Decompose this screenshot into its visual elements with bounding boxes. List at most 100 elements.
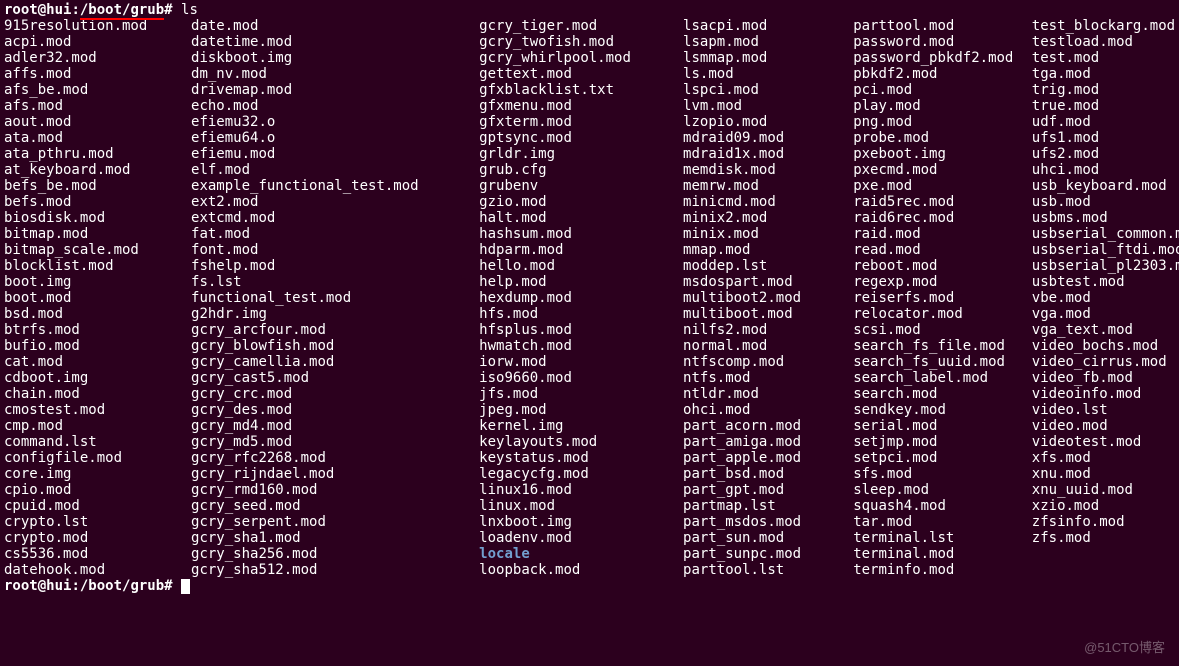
prompt-path-plain: /boot/grub	[80, 578, 164, 594]
file-entry: cmostest.mod	[4, 402, 181, 418]
file-entry: datetime.mod	[191, 34, 469, 50]
file-entry: hello.mod	[479, 258, 673, 274]
file-entry: vga_text.mod	[1032, 322, 1179, 338]
file-entry: ntfscomp.mod	[683, 354, 843, 370]
prompt-user: root@hui	[4, 578, 71, 594]
directory-entry: locale	[479, 546, 673, 562]
file-entry: gzio.mod	[479, 194, 673, 210]
file-entry: raid.mod	[853, 226, 1022, 242]
file-entry: linux.mod	[479, 498, 673, 514]
file-entry: drivemap.mod	[191, 82, 469, 98]
file-entry: usbserial_pl2303.mod	[1032, 258, 1179, 274]
file-entry: regexp.mod	[853, 274, 1022, 290]
file-entry: gcry_rmd160.mod	[191, 482, 469, 498]
file-entry: befs_be.mod	[4, 178, 181, 194]
file-entry: cpio.mod	[4, 482, 181, 498]
file-entry: tar.mod	[853, 514, 1022, 530]
file-entry: gfxblacklist.txt	[479, 82, 673, 98]
file-entry: afs.mod	[4, 98, 181, 114]
file-entry: ntldr.mod	[683, 386, 843, 402]
file-entry: vga.mod	[1032, 306, 1179, 322]
ls-column: lsacpi.mod lsapm.mod lsmmap.mod ls.mod l…	[683, 18, 843, 578]
file-entry: gcry_tiger.mod	[479, 18, 673, 34]
cursor-icon[interactable]	[181, 579, 190, 594]
file-entry: testload.mod	[1032, 34, 1179, 50]
file-entry: usbtest.mod	[1032, 274, 1179, 290]
file-entry: loadenv.mod	[479, 530, 673, 546]
file-entry: echo.mod	[191, 98, 469, 114]
file-entry: kernel.img	[479, 418, 673, 434]
file-entry: part_sun.mod	[683, 530, 843, 546]
file-entry: ata.mod	[4, 130, 181, 146]
ls-column: gcry_tiger.mod gcry_twofish.mod gcry_whi…	[479, 18, 673, 578]
command-text: ls	[181, 2, 198, 18]
file-entry: fshelp.mod	[191, 258, 469, 274]
file-entry: xnu_uuid.mod	[1032, 482, 1179, 498]
file-entry: gcry_seed.mod	[191, 498, 469, 514]
file-entry: acpi.mod	[4, 34, 181, 50]
file-entry: datehook.mod	[4, 562, 181, 578]
file-entry: search_fs_file.mod	[853, 338, 1022, 354]
file-entry: gfxterm.mod	[479, 114, 673, 130]
file-entry: lsapm.mod	[683, 34, 843, 50]
ls-column: test_blockarg.modtestload.modtest.modtga…	[1032, 18, 1179, 578]
file-entry: gcry_arcfour.mod	[191, 322, 469, 338]
file-entry: terminfo.mod	[853, 562, 1022, 578]
file-entry: fs.lst	[191, 274, 469, 290]
file-entry: gcry_twofish.mod	[479, 34, 673, 50]
file-entry: pbkdf2.mod	[853, 66, 1022, 82]
file-entry: ufs1.mod	[1032, 130, 1179, 146]
file-entry: ntfs.mod	[683, 370, 843, 386]
ls-column: parttool.mod password.mod password_pbkdf…	[853, 18, 1022, 578]
prompt-line-top: root@hui:/boot/grub# ls	[4, 2, 1175, 18]
file-entry: xzio.mod	[1032, 498, 1179, 514]
file-entry: mdraid09.mod	[683, 130, 843, 146]
file-entry: lsmmap.mod	[683, 50, 843, 66]
file-entry: cdboot.img	[4, 370, 181, 386]
file-entry: msdospart.mod	[683, 274, 843, 290]
file-entry: aout.mod	[4, 114, 181, 130]
file-entry: serial.mod	[853, 418, 1022, 434]
file-entry: uhci.mod	[1032, 162, 1179, 178]
file-entry: chain.mod	[4, 386, 181, 402]
terminal[interactable]: root@hui:/boot/grub# ls 915resolution.mo…	[0, 0, 1179, 596]
file-entry: gptsync.mod	[479, 130, 673, 146]
file-entry: normal.mod	[683, 338, 843, 354]
file-entry: gcry_camellia.mod	[191, 354, 469, 370]
file-entry: part_apple.mod	[683, 450, 843, 466]
file-entry: mmap.mod	[683, 242, 843, 258]
file-entry: ufs2.mod	[1032, 146, 1179, 162]
file-entry: raid6rec.mod	[853, 210, 1022, 226]
file-entry: efiemu.mod	[191, 146, 469, 162]
file-entry: help.mod	[479, 274, 673, 290]
file-entry: gettext.mod	[479, 66, 673, 82]
file-entry: hexdump.mod	[479, 290, 673, 306]
file-entry: fat.mod	[191, 226, 469, 242]
file-entry: grubenv	[479, 178, 673, 194]
file-entry: crypto.lst	[4, 514, 181, 530]
file-entry: multiboot2.mod	[683, 290, 843, 306]
file-entry: read.mod	[853, 242, 1022, 258]
file-entry: g2hdr.img	[191, 306, 469, 322]
file-entry: befs.mod	[4, 194, 181, 210]
file-entry: bufio.mod	[4, 338, 181, 354]
file-entry: configfile.mod	[4, 450, 181, 466]
file-entry: gcry_crc.mod	[191, 386, 469, 402]
file-entry: partmap.lst	[683, 498, 843, 514]
file-entry: gcry_md5.mod	[191, 434, 469, 450]
file-entry: gcry_whirlpool.mod	[479, 50, 673, 66]
file-entry: part_gpt.mod	[683, 482, 843, 498]
file-entry: zfs.mod	[1032, 530, 1179, 546]
file-entry: mdraid1x.mod	[683, 146, 843, 162]
file-entry: gcry_md4.mod	[191, 418, 469, 434]
file-entry: 915resolution.mod	[4, 18, 181, 34]
file-entry: usbserial_ftdi.mod	[1032, 242, 1179, 258]
file-entry: udf.mod	[1032, 114, 1179, 130]
file-entry: bitmap.mod	[4, 226, 181, 242]
file-entry: lspci.mod	[683, 82, 843, 98]
file-entry: jfs.mod	[479, 386, 673, 402]
prompt-hash: #	[164, 578, 172, 594]
file-entry: gcry_des.mod	[191, 402, 469, 418]
file-entry: grldr.img	[479, 146, 673, 162]
ls-column: date.mod datetime.mod diskboot.img dm_nv…	[191, 18, 469, 578]
